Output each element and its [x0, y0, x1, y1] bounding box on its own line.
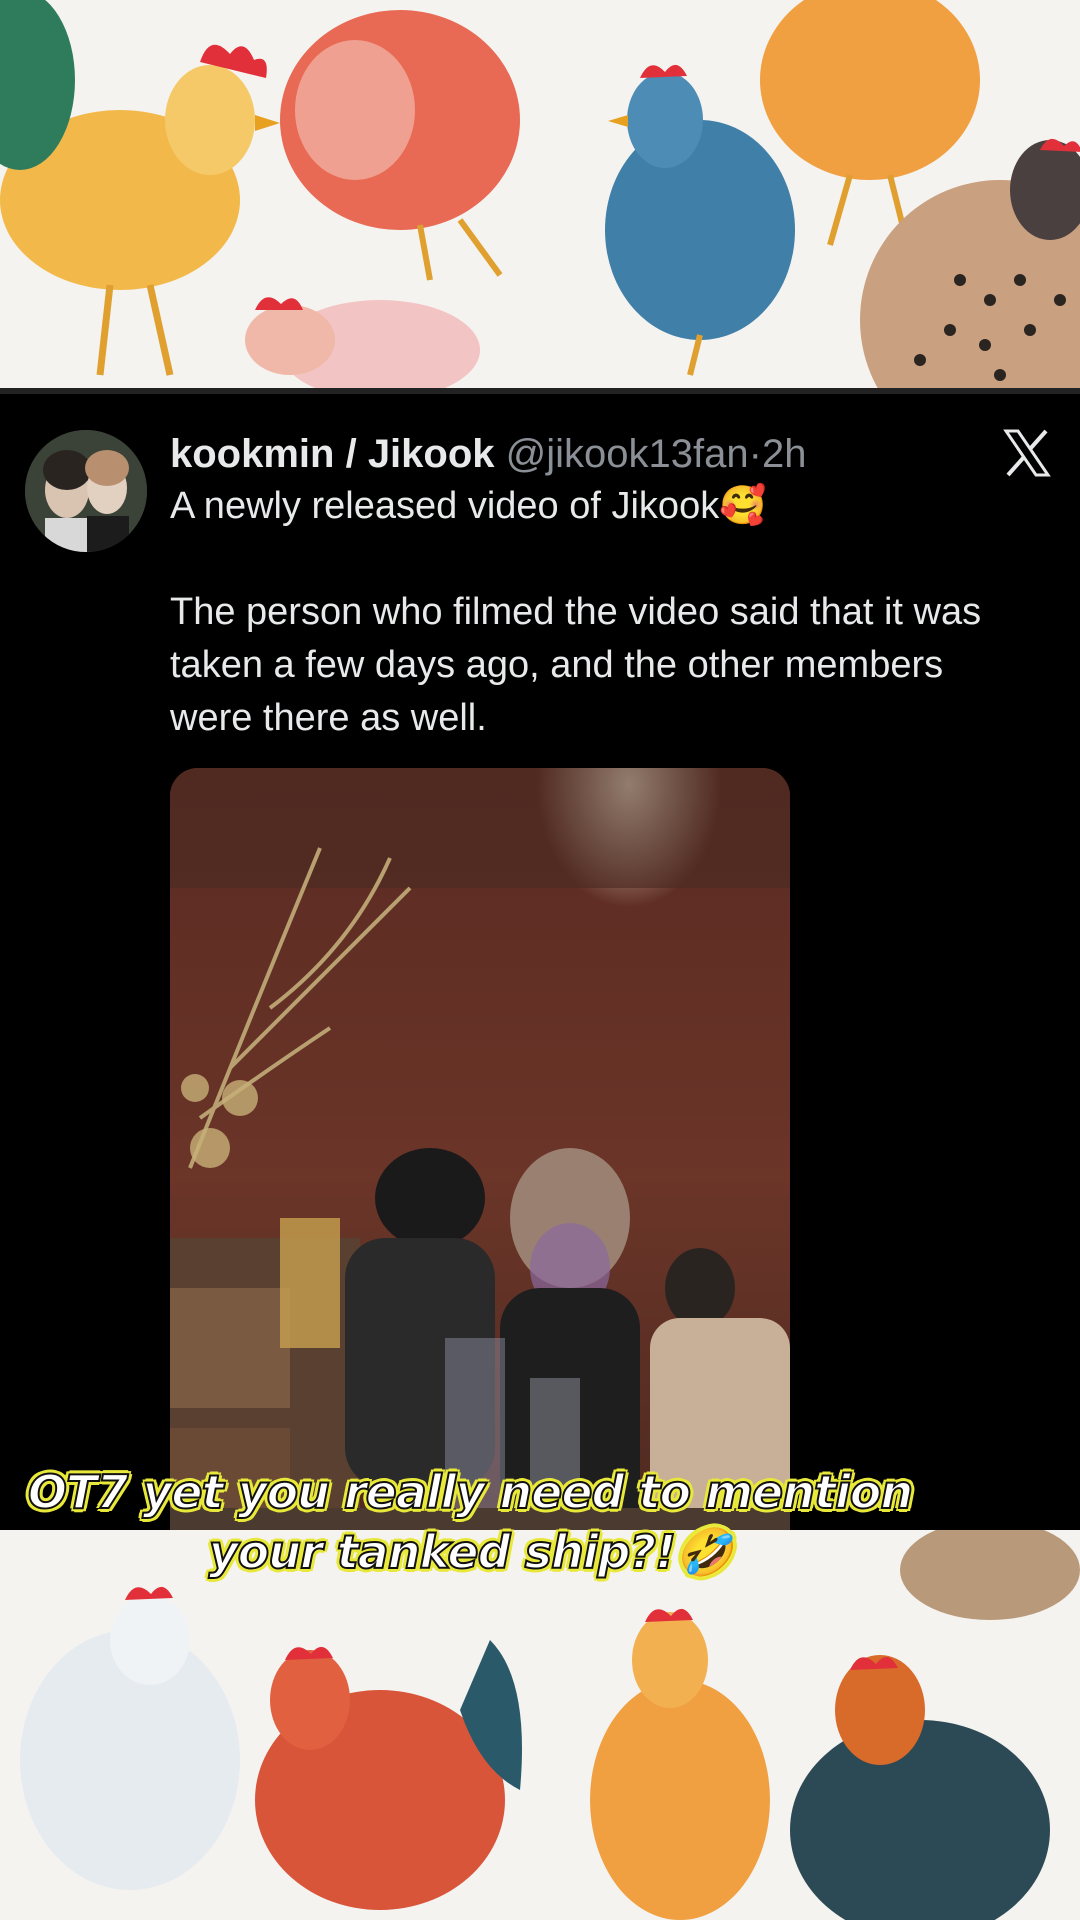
tweet-text-line1: A newly released video of Jikook🥰	[170, 485, 767, 527]
tweet-text-line2: The person who filmed the video said tha…	[170, 591, 982, 739]
separator-dot: ·	[748, 432, 762, 476]
x-logo-icon	[1002, 428, 1052, 478]
overlay-caption: OT7 yet you really need to mention your …	[0, 1462, 940, 1582]
tweet-header: kookmin / Jikook @jikook13fan·2h	[170, 424, 806, 484]
user-handle[interactable]: @jikook13fan	[506, 432, 749, 476]
chicken-wallpaper-bottom	[0, 1530, 1080, 1920]
tweet-time[interactable]: 2h	[762, 432, 807, 476]
caption-line1: OT7 yet you really need to mention	[27, 1464, 914, 1520]
display-name[interactable]: kookmin / Jikook	[170, 432, 495, 476]
avatar[interactable]	[25, 430, 147, 552]
tweet-video[interactable]	[170, 768, 790, 1530]
caption-line2: your tanked ship?!🤣	[208, 1524, 734, 1580]
tweet-card: kookmin / Jikook @jikook13fan·2h A newly…	[0, 388, 1080, 1530]
tweet-text: A newly released video of Jikook🥰 The pe…	[170, 480, 1010, 745]
divider	[0, 388, 1080, 394]
chicken-wallpaper-top	[0, 0, 1080, 388]
